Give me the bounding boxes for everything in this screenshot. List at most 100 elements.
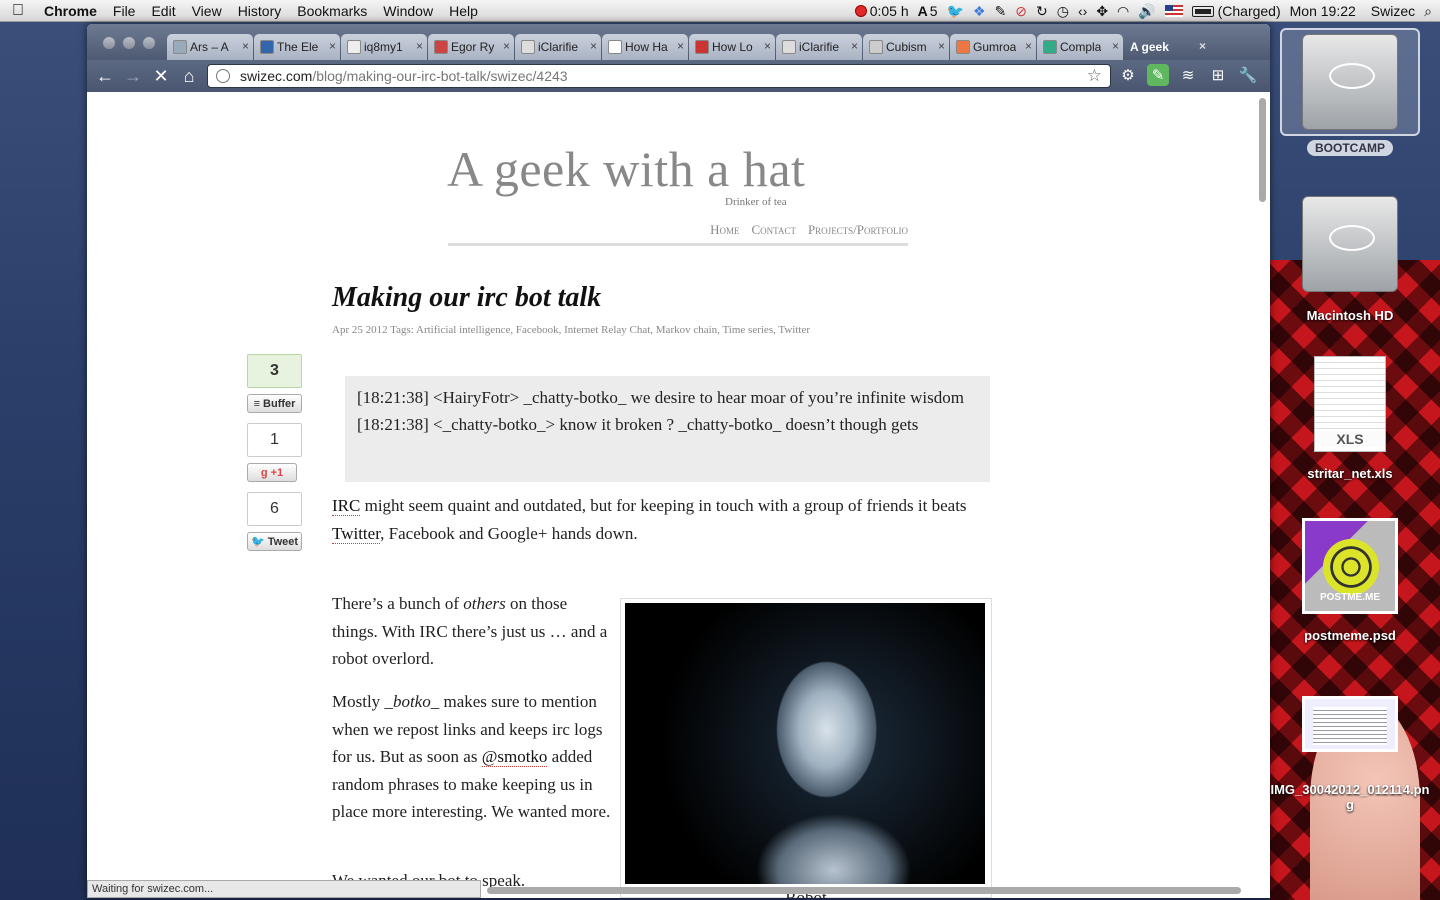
irc-log-block: [18:21:38] <HairyFotr> _chatty-botko_ we…	[345, 376, 990, 482]
wrench-menu-icon[interactable]: 🔧	[1237, 64, 1259, 86]
sync-icon[interactable]: ↻	[1036, 3, 1048, 20]
menu-help[interactable]: Help	[441, 3, 486, 19]
browser-tab[interactable]: iq8my1 ×	[341, 34, 427, 60]
thumbnail-text: POSTME.ME	[1319, 592, 1380, 603]
tab-extension-icon[interactable]: ⊞	[1207, 64, 1229, 86]
browser-tab[interactable]: A geek ×	[1124, 34, 1210, 60]
tab-close-icon[interactable]: ×	[242, 39, 249, 53]
address-bar[interactable]: swizec.com/blog/making-our-irc-bot-talk/…	[207, 64, 1111, 88]
timer-status[interactable]: 0:05 h	[854, 3, 909, 19]
stop-button[interactable]: ✕	[147, 62, 175, 90]
site-tagline: Drinker of tea	[725, 196, 787, 208]
desktop-icon-bootcamp[interactable]: BOOTCAMP	[1280, 28, 1420, 157]
browser-tab[interactable]: How Lo ×	[689, 34, 775, 60]
tweet-button[interactable]: 🐦 Tweet	[247, 532, 302, 551]
irc-line: [18:21:38] <HairyFotr> _chatty-botko_ we…	[357, 388, 964, 407]
nav-contact[interactable]: Contact	[752, 222, 796, 243]
menu-edit[interactable]: Edit	[143, 3, 183, 19]
input-source-flag-icon[interactable]	[1164, 5, 1183, 17]
adobe-status[interactable]: A5	[918, 3, 938, 19]
tab-label: The Ele	[277, 40, 319, 54]
menu-view[interactable]: View	[184, 3, 230, 19]
apple-menu-icon[interactable]: 	[0, 2, 36, 20]
gplus-label: +1	[270, 466, 284, 479]
irc-link[interactable]: IRC	[332, 496, 361, 516]
menu-window[interactable]: Window	[375, 3, 441, 19]
move-icon[interactable]: ✥	[1096, 3, 1108, 20]
tab-close-icon[interactable]: ×	[329, 39, 336, 53]
smotko-link[interactable]: @smotko	[481, 747, 548, 767]
browser-tab[interactable]: The Ele ×	[254, 34, 340, 60]
browser-tab[interactable]: Compla ×	[1037, 34, 1123, 60]
post-meta: Apr 25 2012 Tags: Artificial intelligenc…	[332, 324, 810, 336]
post-title[interactable]: Making our irc bot talk	[332, 282, 601, 314]
dropbox-icon[interactable]: ❖	[973, 3, 986, 20]
desktop-icon-label: stritar_net.xls	[1307, 466, 1393, 481]
desktop-icon-macintosh-hd[interactable]: Macintosh HD	[1280, 196, 1420, 323]
spotlight-icon[interactable]: ⌕	[1424, 3, 1432, 20]
vertical-scrollbar[interactable]	[1259, 98, 1266, 202]
bookmark-star-icon[interactable]: ☆	[1087, 66, 1102, 86]
tab-close-icon[interactable]: ×	[1199, 39, 1206, 53]
wifi-icon[interactable]: ◠	[1117, 3, 1129, 20]
robot-image[interactable]	[625, 603, 985, 884]
battery-status[interactable]: (Charged)	[1191, 3, 1281, 19]
desktop-icon-png[interactable]: IMG_30042012_012114.png	[1270, 696, 1430, 812]
browser-tab[interactable]: Ars – A ×	[167, 34, 253, 60]
minimize-window-button[interactable]	[123, 37, 135, 49]
desktop-icon-xls[interactable]: XLS stritar_net.xls	[1280, 356, 1420, 481]
buffer-label: Buffer	[263, 397, 296, 410]
tab-close-icon[interactable]: ×	[677, 39, 684, 53]
code-icon[interactable]: ‹›	[1078, 3, 1087, 19]
gplus-button[interactable]: g +1	[247, 463, 297, 482]
tab-close-icon[interactable]: ×	[938, 39, 945, 53]
browser-tab[interactable]: iClarifie ×	[776, 34, 862, 60]
horizontal-scrollbar[interactable]	[487, 887, 1241, 894]
tab-label: Ars – A	[190, 40, 229, 54]
user-menu[interactable]: Swizec	[1371, 3, 1415, 19]
tab-close-icon[interactable]: ×	[590, 39, 597, 53]
settings-gear-icon[interactable]: ⚙	[1117, 64, 1139, 86]
tab-close-icon[interactable]: ×	[764, 39, 771, 53]
browser-tab[interactable]: How Ha ×	[602, 34, 688, 60]
tab-close-icon[interactable]: ×	[503, 39, 510, 53]
tab-label: iq8my1	[364, 40, 403, 54]
tweet-count: 6	[247, 492, 302, 526]
desktop-icon-psd[interactable]: POSTME.ME postmeme.psd	[1280, 518, 1420, 643]
clock[interactable]: Mon 19:22	[1290, 3, 1356, 19]
menu-file[interactable]: File	[105, 3, 144, 19]
post-tags[interactable]: Artificial intelligence, Facebook, Inter…	[416, 324, 810, 336]
menu-app-chrome[interactable]: Chrome	[36, 3, 105, 19]
desktop-icon-label: IMG_30042012_012114.png	[1270, 782, 1430, 812]
menu-bookmarks[interactable]: Bookmarks	[289, 3, 375, 19]
nosleep-icon[interactable]: ⊘	[1015, 3, 1027, 20]
browser-tab[interactable]: Cubism ×	[863, 34, 949, 60]
forward-button[interactable]: →	[119, 62, 147, 90]
browser-tab[interactable]: Gumroa ×	[950, 34, 1036, 60]
evernote-extension-icon[interactable]: ✎	[1147, 64, 1169, 86]
menu-history[interactable]: History	[230, 3, 290, 19]
evernote-icon[interactable]: ✎	[995, 3, 1007, 20]
browser-tab[interactable]: iClarifie ×	[515, 34, 601, 60]
tab-strip: Ars – A × The Ele × iq8my1 × Egor Ry × iClarifie…	[87, 24, 1270, 60]
close-window-button[interactable]	[103, 37, 115, 49]
layers-extension-icon[interactable]: ≋	[1177, 64, 1199, 86]
volume-icon[interactable]: 🔊	[1138, 3, 1155, 20]
tab-close-icon[interactable]: ×	[1025, 39, 1032, 53]
home-button[interactable]: ⌂	[175, 62, 203, 90]
zoom-window-button[interactable]	[143, 37, 155, 49]
nav-projects[interactable]: Projects/Portfolio	[808, 222, 908, 243]
nav-home[interactable]: Home	[710, 222, 739, 243]
back-button[interactable]: ←	[91, 62, 119, 90]
robot-figure: Robot	[620, 598, 992, 898]
buffer-button[interactable]: ≡ Buffer	[247, 394, 302, 413]
twitter-link[interactable]: Twitter	[332, 523, 381, 544]
tab-close-icon[interactable]: ×	[851, 39, 858, 53]
site-title[interactable]: A geek with a hat	[447, 140, 805, 198]
tab-close-icon[interactable]: ×	[416, 39, 423, 53]
tab-close-icon[interactable]: ×	[1112, 39, 1119, 53]
browser-tab[interactable]: Egor Ry ×	[428, 34, 514, 60]
twitter-icon[interactable]: 🐦	[947, 3, 964, 20]
tab-label: A geek	[1130, 40, 1169, 54]
timemachine-icon[interactable]: ◷	[1057, 3, 1069, 20]
